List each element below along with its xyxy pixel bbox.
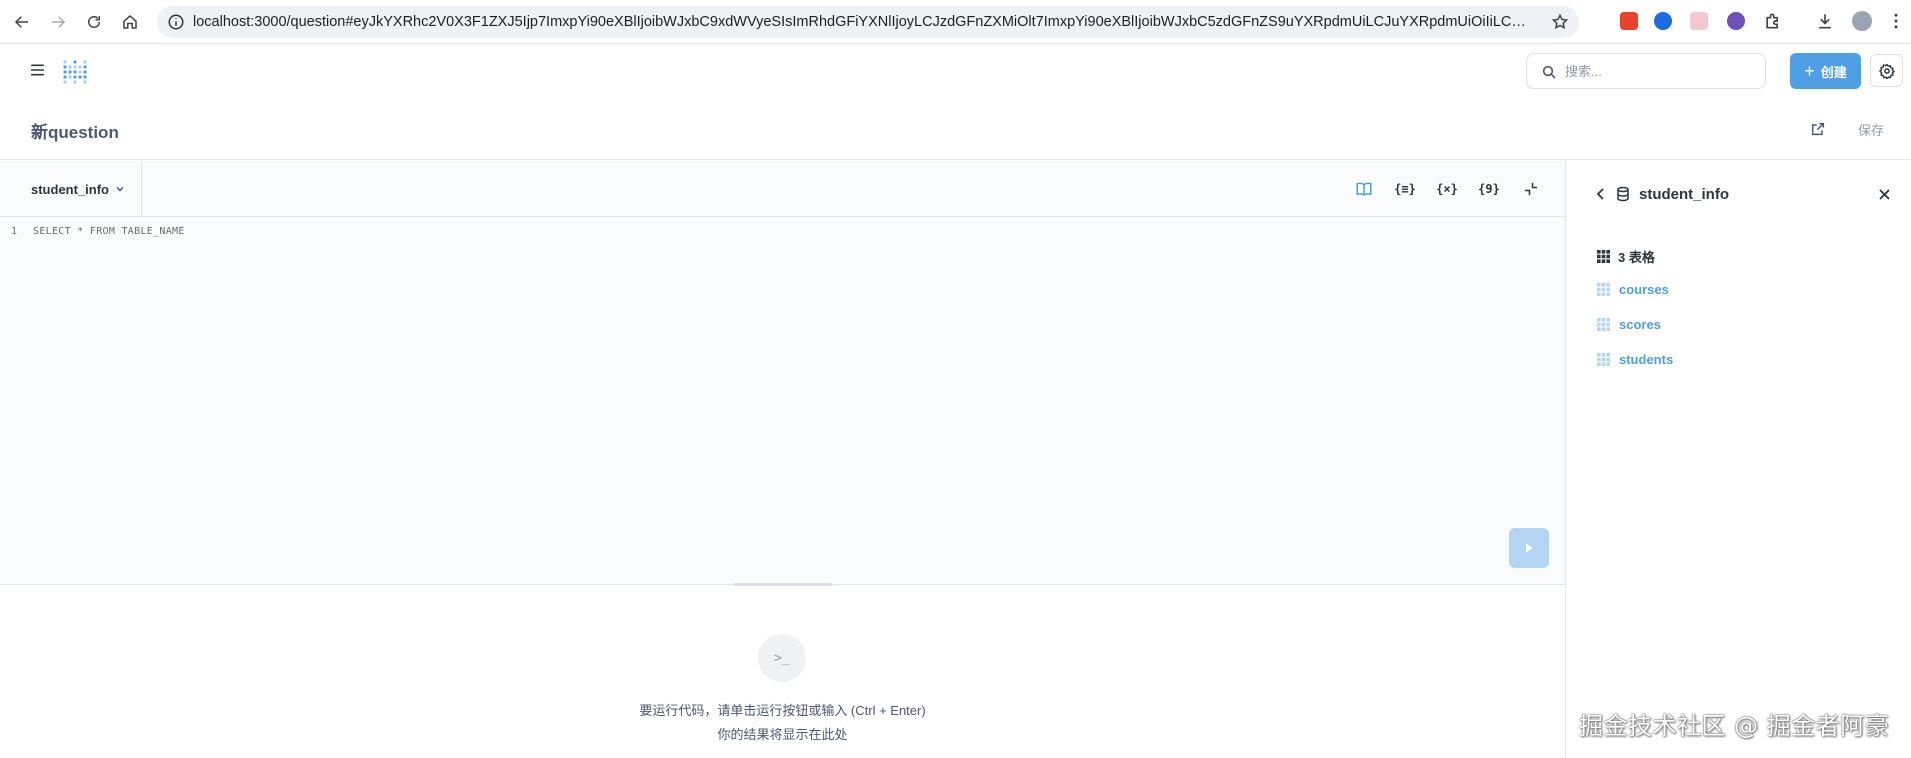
snippet-icon[interactable]: {≡}	[1394, 179, 1416, 199]
native-query-editor: student_info {≡} {×} {9} 1 SELECT * FROM…	[0, 161, 1565, 585]
chevron-down-icon	[116, 186, 124, 192]
table-grid-icon	[1597, 250, 1610, 263]
template-icon[interactable]: {9}	[1478, 179, 1500, 199]
search-input[interactable]	[1565, 61, 1755, 81]
run-query-button[interactable]	[1509, 528, 1549, 568]
forward-arrow-icon[interactable]	[45, 9, 71, 35]
bookmark-star-icon[interactable]	[1551, 13, 1569, 31]
variable-icon[interactable]: {×}	[1436, 179, 1458, 199]
address-bar[interactable]: localhost:3000/question#eyJkYXRhc2V0X3F1…	[157, 6, 1579, 38]
watermark-text: 掘金技术社区 @ 掘金者阿豪	[1579, 712, 1890, 740]
run-hint-text: 要运行代码，请单击运行按钮或输入 (Ctrl + Enter)	[639, 703, 926, 718]
editor-toolbar: student_info {≡} {×} {9}	[0, 161, 1565, 217]
table-grid-icon	[1597, 283, 1610, 296]
search-icon	[1542, 65, 1556, 79]
table-count-label: 3 表格	[1618, 250, 1655, 265]
page-title[interactable]: 新question	[31, 118, 119, 143]
collapse-icon[interactable]	[1521, 179, 1541, 199]
hamburger-menu-icon[interactable]	[30, 63, 46, 77]
database-picker[interactable]: student_info	[0, 161, 142, 217]
plus-icon: +	[1804, 61, 1815, 81]
create-button[interactable]: + 创建	[1790, 53, 1861, 89]
table-item-label: students	[1619, 352, 1674, 367]
sql-code-line[interactable]: SELECT * FROM TABLE_NAME	[33, 226, 185, 237]
extension-blue-icon[interactable]	[1654, 12, 1672, 30]
results-placeholder-text: 你的结果将显示在此处	[717, 727, 848, 742]
extension-red-icon[interactable]	[1620, 12, 1638, 30]
table-item-label: courses	[1619, 282, 1669, 297]
table-grid-icon	[1597, 353, 1610, 366]
back-chevron-icon[interactable]	[1594, 187, 1608, 201]
site-info-icon[interactable]	[167, 13, 185, 31]
table-item-label: scores	[1619, 317, 1661, 332]
terminal-icon: >_	[758, 634, 806, 682]
extensions-puzzle-icon[interactable]	[1763, 11, 1783, 31]
save-button[interactable]: 保存	[1858, 120, 1884, 139]
url-text[interactable]: localhost:3000/question#eyJkYXRhc2V0X3F1…	[193, 14, 1533, 30]
home-icon[interactable]	[117, 9, 143, 35]
database-icon	[1617, 186, 1629, 202]
search-field[interactable]	[1526, 53, 1766, 89]
table-item-students[interactable]: students	[1597, 352, 1673, 367]
metabase-logo-icon[interactable]	[61, 58, 89, 86]
close-icon[interactable]	[1878, 188, 1891, 201]
reload-icon[interactable]	[81, 9, 107, 35]
table-grid-icon	[1597, 318, 1610, 331]
create-button-label: 创建	[1820, 64, 1847, 80]
app-header: + 创建	[0, 44, 1911, 98]
code-editor[interactable]: 1 SELECT * FROM TABLE_NAME	[0, 217, 1565, 585]
question-title-bar: 新question 保存	[0, 98, 1911, 160]
data-reference-sidebar: student_info 3 表格 courses scores student…	[1565, 161, 1911, 758]
download-icon[interactable]	[1815, 11, 1835, 31]
settings-button[interactable]	[1870, 54, 1903, 87]
browser-toolbar: localhost:3000/question#eyJkYXRhc2V0X3F1…	[0, 0, 1911, 44]
results-panel: >_ 要运行代码，请单击运行按钮或输入 (Ctrl + Enter) 你的结果将…	[0, 586, 1565, 758]
profile-avatar[interactable]	[1852, 11, 1872, 31]
back-arrow-icon[interactable]	[9, 9, 35, 35]
book-icon[interactable]	[1354, 179, 1374, 199]
table-item-courses[interactable]: courses	[1597, 282, 1669, 297]
chrome-menu-icon[interactable]	[1886, 11, 1906, 31]
extension-pink-icon[interactable]	[1690, 12, 1708, 30]
sidebar-title: student_info	[1639, 186, 1729, 203]
gear-icon	[1878, 63, 1895, 79]
table-item-scores[interactable]: scores	[1597, 317, 1661, 332]
line-number: 1	[11, 226, 18, 237]
table-count-row: 3 表格	[1597, 247, 1655, 266]
open-in-new-icon[interactable]	[1810, 121, 1826, 137]
play-icon	[1526, 543, 1533, 553]
extension-purple-icon[interactable]	[1727, 12, 1745, 30]
database-picker-label: student_info	[31, 181, 109, 197]
